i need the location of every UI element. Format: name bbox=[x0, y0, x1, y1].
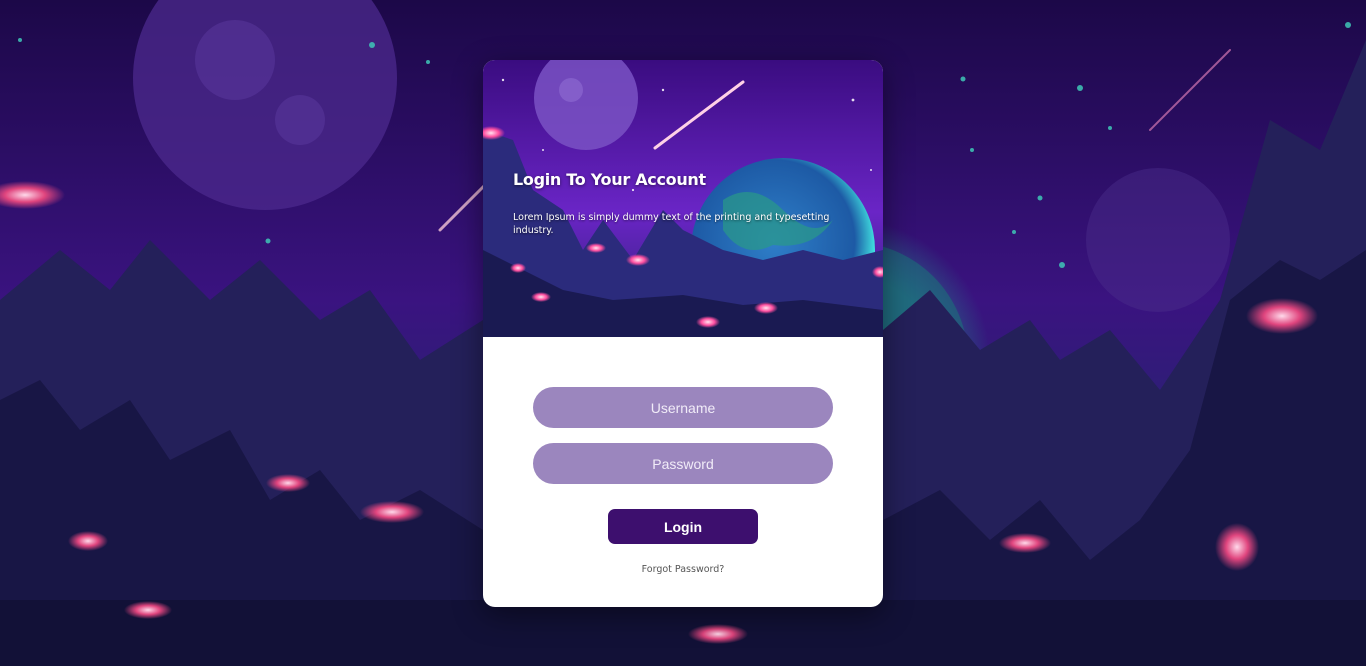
forgot-password-link[interactable]: Forgot Password? bbox=[483, 564, 883, 575]
username-input[interactable] bbox=[533, 387, 833, 428]
password-input[interactable] bbox=[533, 443, 833, 484]
login-title: Login To Your Account bbox=[513, 170, 706, 189]
login-button[interactable]: Login bbox=[608, 509, 758, 544]
login-subtitle: Lorem Ipsum is simply dummy text of the … bbox=[513, 212, 830, 236]
card-hero-image: Login To Your Account Lorem Ipsum is sim… bbox=[483, 60, 883, 337]
login-card: Login To Your Account Lorem Ipsum is sim… bbox=[483, 60, 883, 607]
